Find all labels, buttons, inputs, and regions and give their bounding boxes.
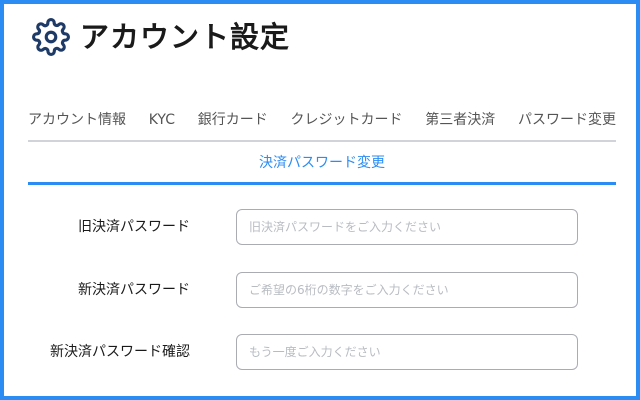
tab-credit-card[interactable]: クレジットカード xyxy=(291,110,403,130)
settings-tabs: アカウント情報 KYC 銀行カード クレジットカード 第三者決済 パスワード変更 xyxy=(28,110,616,130)
tab-password-change[interactable]: パスワード変更 xyxy=(518,110,616,130)
confirm-password-label: 新決済パスワード確認 xyxy=(50,344,190,360)
confirm-password-input[interactable] xyxy=(236,334,578,370)
tab-third-party-payment[interactable]: 第三者決済 xyxy=(425,110,495,130)
tab-account-info[interactable]: アカウント情報 xyxy=(28,110,126,130)
gear-icon xyxy=(32,18,70,56)
new-password-input[interactable] xyxy=(236,272,578,308)
old-password-row: 旧決済パスワード xyxy=(4,209,636,245)
new-password-row: 新決済パスワード xyxy=(4,272,636,308)
new-password-label: 新決済パスワード xyxy=(78,282,190,298)
app-window: アカウント設定 アカウント情報 KYC 銀行カード クレジットカード 第三者決済… xyxy=(0,0,640,400)
old-password-input[interactable] xyxy=(236,209,578,245)
subtab-active-indicator xyxy=(28,182,616,185)
subtab-payment-password-change[interactable]: 決済パスワード変更 xyxy=(28,152,616,174)
page-title: アカウント設定 xyxy=(80,20,291,54)
tab-bank-card[interactable]: 銀行カード xyxy=(198,110,268,130)
confirm-password-row: 新決済パスワード確認 xyxy=(4,334,636,370)
tab-kyc[interactable]: KYC xyxy=(149,110,175,130)
page-header: アカウント設定 xyxy=(32,18,290,56)
old-password-label: 旧決済パスワード xyxy=(78,219,190,235)
tabs-divider xyxy=(28,140,616,142)
